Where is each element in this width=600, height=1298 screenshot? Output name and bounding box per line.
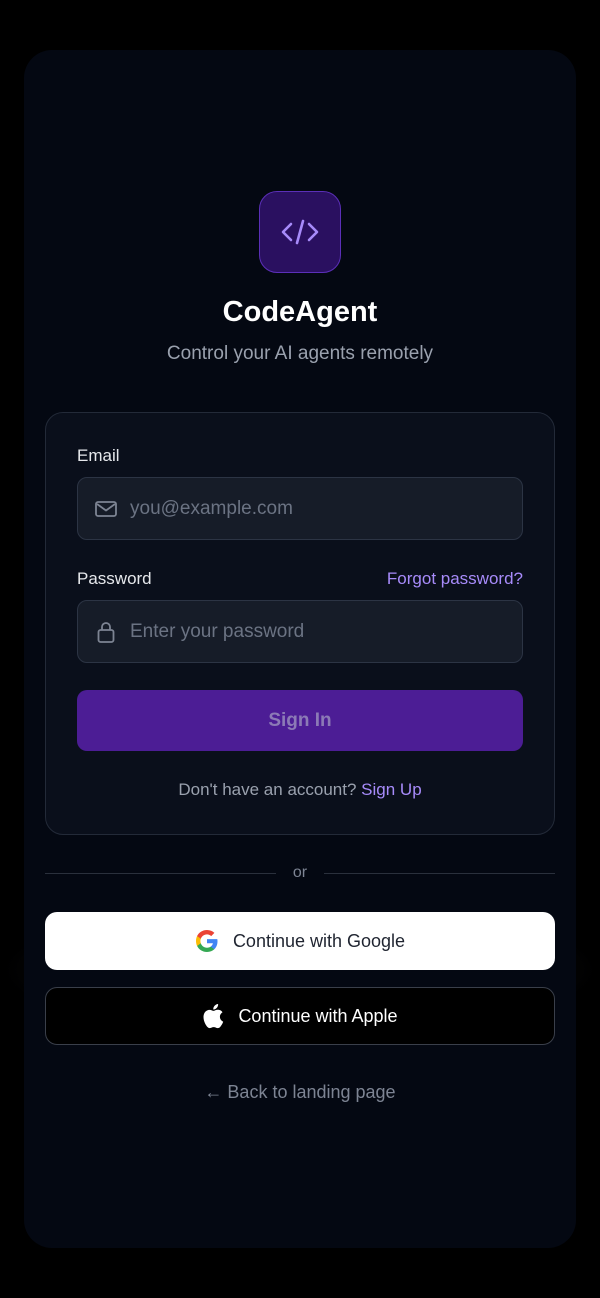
no-account-text: Don't have an account? bbox=[178, 780, 357, 799]
forgot-password-link[interactable]: Forgot password? bbox=[387, 569, 523, 589]
app-title: CodeAgent bbox=[222, 296, 378, 328]
divider-line-right bbox=[324, 873, 555, 874]
password-field-wrapper[interactable] bbox=[77, 600, 523, 663]
app-subtitle: Control your AI agents remotely bbox=[166, 343, 434, 364]
email-field-wrapper[interactable] bbox=[77, 477, 523, 540]
google-button-label: Continue with Google bbox=[232, 930, 406, 951]
google-icon bbox=[195, 930, 218, 952]
apple-icon bbox=[203, 1004, 224, 1029]
apple-button-label: Continue with Apple bbox=[238, 1005, 398, 1026]
continue-with-apple-button[interactable]: Continue with Apple bbox=[45, 987, 555, 1045]
email-label: Email bbox=[77, 446, 120, 465]
signup-prompt: Don't have an account? Sign Up bbox=[0, 780, 600, 800]
lock-icon bbox=[94, 620, 118, 644]
password-input[interactable] bbox=[130, 620, 522, 643]
code-brackets-icon bbox=[281, 219, 319, 245]
continue-with-google-button[interactable]: Continue with Google bbox=[45, 912, 555, 970]
password-label: Password bbox=[77, 569, 152, 588]
sign-up-link[interactable]: Sign Up bbox=[361, 780, 421, 799]
back-to-landing-link[interactable]: ← Back to landing page bbox=[0, 1082, 600, 1103]
app-logo bbox=[259, 191, 341, 273]
mail-icon bbox=[94, 497, 118, 521]
sign-in-button[interactable]: Sign In bbox=[77, 690, 523, 751]
email-input[interactable] bbox=[130, 497, 522, 520]
